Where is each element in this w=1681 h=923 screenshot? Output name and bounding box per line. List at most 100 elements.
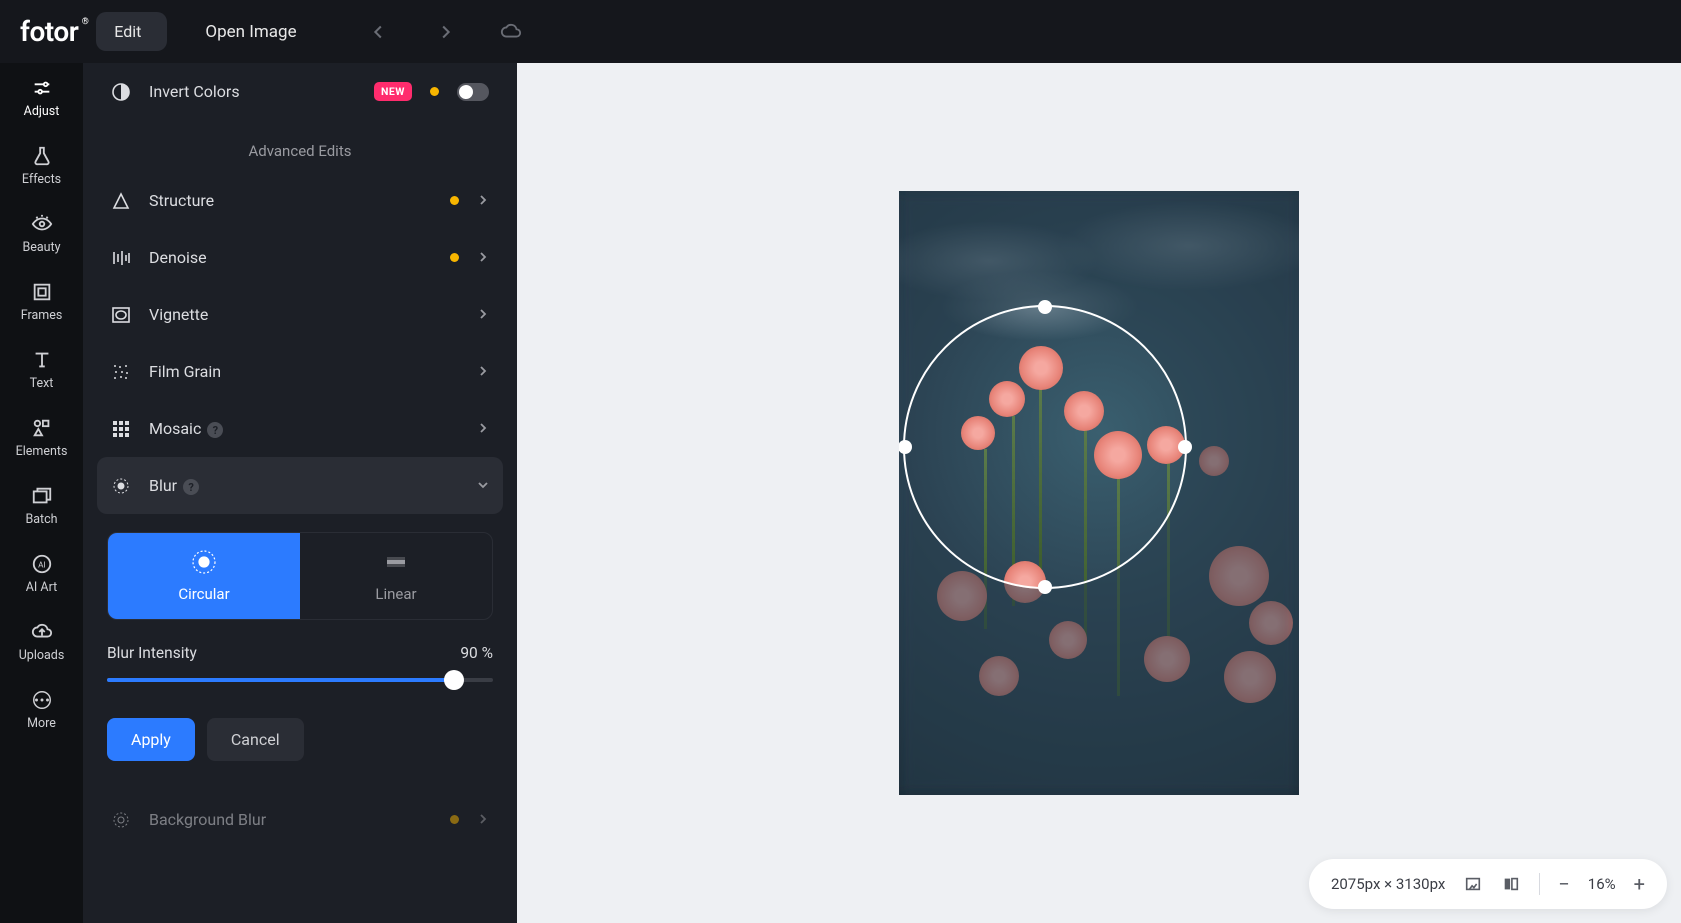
denoise-label: Denoise	[149, 248, 432, 267]
edit-label: Edit	[114, 22, 141, 41]
eye-icon	[30, 212, 54, 236]
sidenav-label: Effects	[22, 172, 61, 187]
blur-intensity-label: Blur Intensity	[107, 644, 197, 662]
grain-icon	[111, 362, 131, 382]
invert-icon	[111, 82, 131, 102]
premium-dot-icon	[450, 196, 459, 205]
adjust-panel: Invert Colors NEW Advanced Edits Structu…	[83, 63, 517, 923]
vignette-label: Vignette	[149, 305, 459, 324]
chevron-right-icon	[477, 419, 489, 438]
flask-icon	[30, 144, 54, 168]
cancel-button[interactable]: Cancel	[207, 718, 304, 761]
resize-handle-bottom[interactable]	[1038, 580, 1052, 594]
slider-thumb[interactable]	[444, 670, 464, 690]
blur-linear-tab[interactable]: Linear	[300, 533, 492, 619]
sidenav-batch[interactable]: Batch	[0, 471, 83, 539]
sidenav-adjust[interactable]: Adjust	[0, 63, 83, 131]
sidenav-label: Text	[30, 376, 54, 391]
mosaic-row[interactable]: Mosaic?	[97, 400, 503, 457]
chevron-right-icon	[477, 305, 489, 324]
mosaic-icon	[111, 419, 131, 439]
sidenav-beauty[interactable]: Beauty	[0, 199, 83, 267]
undo-button[interactable]	[365, 18, 393, 46]
sidenav-label: Adjust	[24, 104, 60, 119]
chevron-down-icon	[477, 476, 489, 495]
sidenav-elements[interactable]: Elements	[0, 403, 83, 471]
invert-toggle[interactable]	[457, 83, 489, 101]
blur-label: Blur?	[149, 476, 459, 496]
images-icon	[30, 484, 54, 508]
film-grain-row[interactable]: Film Grain	[97, 343, 503, 400]
sidenav-label: More	[27, 716, 56, 731]
open-image-button[interactable]: Open Image	[185, 22, 306, 42]
chevron-right-icon	[477, 362, 489, 381]
blur-intensity-value: 90 %	[460, 644, 493, 662]
blur-controls: Circular Linear Blur Intensity 90 % Appl…	[97, 514, 503, 761]
image-preview[interactable]	[899, 191, 1299, 795]
premium-dot-icon	[430, 87, 439, 96]
linear-label: Linear	[375, 585, 416, 603]
text-icon	[30, 348, 54, 372]
compare-button[interactable]	[1501, 874, 1521, 894]
sidenav-label: AI Art	[26, 580, 57, 595]
resize-handle-top[interactable]	[1038, 300, 1052, 314]
svg-text:AI: AI	[38, 560, 46, 570]
linear-icon	[383, 549, 409, 575]
sidenav-frames[interactable]: Frames	[0, 267, 83, 335]
sidenav-label: Batch	[25, 512, 57, 527]
blur-mode-tabs: Circular Linear	[107, 532, 493, 620]
denoise-row[interactable]: Denoise	[97, 229, 503, 286]
chevron-right-icon	[477, 191, 489, 210]
blur-row[interactable]: Blur?	[97, 457, 503, 514]
sidenav-uploads[interactable]: Uploads	[0, 607, 83, 675]
blur-circle-overlay[interactable]	[903, 305, 1187, 589]
sidenav-label: Frames	[21, 308, 63, 323]
sidenav-label: Elements	[16, 444, 68, 459]
sidenav-label: Beauty	[22, 240, 60, 255]
side-navigation: Adjust Effects Beauty Frames Text Elemen…	[0, 63, 83, 923]
edit-dropdown[interactable]: Edit	[96, 12, 167, 51]
denoise-icon	[111, 248, 131, 268]
structure-row[interactable]: Structure	[97, 172, 503, 229]
sliders-icon	[30, 76, 54, 100]
apply-button[interactable]: Apply	[107, 718, 195, 761]
blur-buttons: Apply Cancel	[107, 718, 493, 761]
logo: fotor®	[20, 15, 78, 48]
premium-dot-icon	[450, 815, 459, 824]
upload-icon	[30, 620, 54, 644]
resize-handle-right[interactable]	[1178, 440, 1192, 454]
blur-circular-tab[interactable]: Circular	[108, 533, 300, 619]
sidenav-effects[interactable]: Effects	[0, 131, 83, 199]
sidenav-ai-art[interactable]: AI AI Art	[0, 539, 83, 607]
background-blur-row[interactable]: Background Blur	[97, 791, 503, 848]
mosaic-label: Mosaic?	[149, 419, 459, 439]
blur-intensity-row: Blur Intensity 90 %	[107, 620, 493, 670]
fit-screen-button[interactable]	[1463, 874, 1483, 894]
canvas-area[interactable]: 2075px × 3130px − 16% +	[517, 63, 1681, 923]
structure-label: Structure	[149, 191, 432, 210]
vignette-icon	[111, 305, 131, 325]
vignette-row[interactable]: Vignette	[97, 286, 503, 343]
chevron-right-icon	[477, 810, 489, 829]
zoom-out-button[interactable]: −	[1558, 872, 1569, 896]
sidenav-more[interactable]: More	[0, 675, 83, 743]
chevron-right-icon	[477, 248, 489, 267]
redo-button[interactable]	[431, 18, 459, 46]
resize-handle-left[interactable]	[899, 440, 912, 454]
shapes-icon	[30, 416, 54, 440]
frame-icon	[30, 280, 54, 304]
background-blur-label: Background Blur	[149, 810, 432, 829]
sidenav-text[interactable]: Text	[0, 335, 83, 403]
blur-intensity-slider[interactable]	[107, 670, 493, 690]
open-image-label: Open Image	[205, 22, 296, 42]
cloud-save-button[interactable]	[497, 18, 525, 46]
help-icon[interactable]: ?	[183, 479, 199, 495]
film-grain-label: Film Grain	[149, 362, 459, 381]
top-toolbar: fotor® Edit Open Image	[0, 0, 1681, 63]
help-icon[interactable]: ?	[207, 422, 223, 438]
bg-blur-icon	[111, 810, 131, 830]
blur-icon	[111, 476, 131, 496]
invert-colors-row[interactable]: Invert Colors NEW	[97, 63, 503, 120]
zoom-in-button[interactable]: +	[1634, 872, 1645, 896]
status-bar: 2075px × 3130px − 16% +	[1309, 859, 1667, 909]
